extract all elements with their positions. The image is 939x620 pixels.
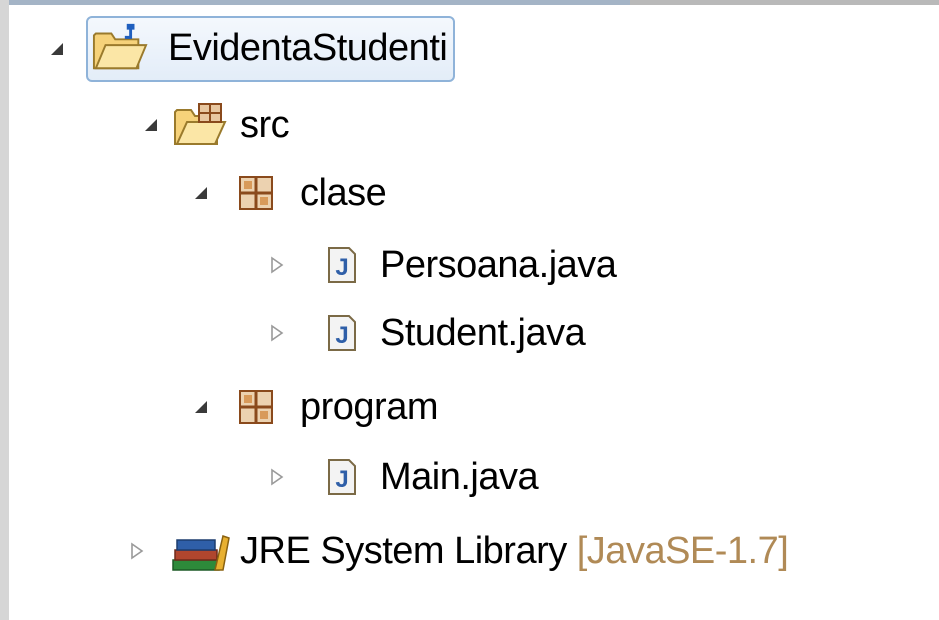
tree-row-project[interactable]: EvidentaStudenti bbox=[44, 16, 456, 82]
library-icon bbox=[170, 525, 232, 577]
svg-text:J: J bbox=[335, 322, 348, 349]
package-label: program bbox=[300, 386, 439, 428]
tree-row-file-student[interactable]: J Student.java bbox=[264, 300, 586, 366]
svg-text:J: J bbox=[335, 254, 348, 281]
project-folder-icon bbox=[92, 22, 148, 74]
library-version-decoration: [JavaSE-1.7] bbox=[576, 530, 789, 572]
collapsed-arrow-icon[interactable] bbox=[124, 538, 150, 564]
collapsed-arrow-icon[interactable] bbox=[264, 252, 290, 278]
package-label: clase bbox=[300, 172, 387, 214]
tree-row-package-program[interactable]: program bbox=[188, 374, 439, 440]
file-label: Student.java bbox=[380, 312, 586, 354]
package-explorer-tree: EvidentaStudenti src clase J Persoana.ja… bbox=[0, 0, 939, 620]
tree-row-jre-library[interactable]: JRE System Library [JavaSE-1.7] bbox=[124, 518, 789, 584]
source-folder-icon bbox=[172, 99, 228, 151]
expanded-arrow-icon[interactable] bbox=[138, 112, 164, 138]
package-icon bbox=[236, 167, 276, 219]
svg-text:J: J bbox=[335, 466, 348, 493]
java-file-icon: J bbox=[324, 239, 360, 291]
collapsed-arrow-icon[interactable] bbox=[264, 320, 290, 346]
tree-row-file-main[interactable]: J Main.java bbox=[264, 444, 539, 510]
java-file-icon: J bbox=[324, 451, 360, 503]
expanded-arrow-icon[interactable] bbox=[188, 180, 214, 206]
file-label: Persoana.java bbox=[380, 244, 617, 286]
tree-row-src[interactable]: src bbox=[138, 92, 290, 158]
src-label: src bbox=[240, 104, 290, 146]
expanded-arrow-icon[interactable] bbox=[188, 394, 214, 420]
java-file-icon: J bbox=[324, 307, 360, 359]
package-icon bbox=[236, 381, 276, 433]
expanded-arrow-icon[interactable] bbox=[44, 36, 70, 62]
tree-row-file-persoana[interactable]: J Persoana.java bbox=[264, 232, 617, 298]
library-label: JRE System Library bbox=[240, 530, 567, 572]
selected-project-highlight[interactable]: EvidentaStudenti bbox=[86, 16, 456, 82]
collapsed-arrow-icon[interactable] bbox=[264, 464, 290, 490]
tree-row-package-clase[interactable]: clase bbox=[188, 160, 387, 226]
file-label: Main.java bbox=[380, 456, 539, 498]
project-label: EvidentaStudenti bbox=[168, 27, 448, 69]
